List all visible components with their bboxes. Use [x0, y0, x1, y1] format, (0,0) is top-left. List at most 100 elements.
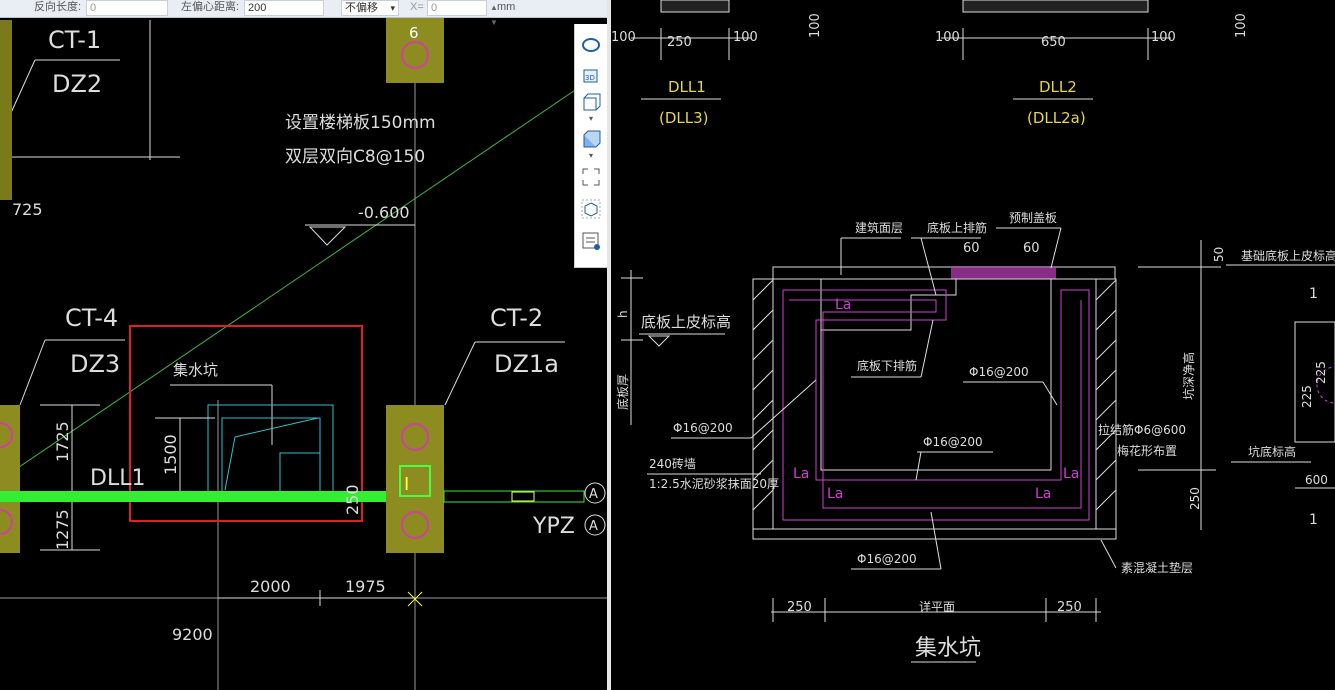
dll3-title: (DLL3) — [659, 109, 709, 127]
dim-600: 600 — [1305, 473, 1328, 487]
right-wall — [1095, 278, 1117, 530]
section-mark: 1 — [1309, 512, 1318, 528]
orbit-icon[interactable] — [580, 34, 602, 56]
dim-100: 100 — [808, 13, 823, 38]
plan-detail-label: 详平面 — [919, 599, 955, 614]
dim-1725: 1725 — [53, 421, 72, 462]
ct4-label: CT-4 — [65, 304, 118, 332]
tie-bar-label: 拉结筋Φ6@600 — [1098, 422, 1186, 437]
slab-top-elev-label: 底板上皮标高 — [641, 313, 731, 331]
cad-viewport-left[interactable]: CT-1 DZ2 6 设置楼梯板150mm 双层双向C8@150 725 -0.… — [0, 0, 607, 690]
note-line2: 双层双向C8@150 — [285, 147, 425, 167]
leader — [930, 511, 942, 570]
cube-shaded-icon[interactable] — [580, 128, 602, 150]
dim-100: 100 — [1234, 13, 1249, 38]
plum-layout-label: 梅花形布置 — [1117, 443, 1177, 458]
sump-pit — [279, 452, 321, 494]
axis-a2: A — [589, 519, 598, 534]
elevation-marker — [308, 226, 347, 246]
dim-100: 100 — [1151, 30, 1176, 45]
pit-bottom-elev-label: 坑底标高 — [1248, 444, 1296, 459]
left-wall — [752, 278, 774, 530]
axis-a1: A — [589, 487, 598, 502]
cad-viewport-right[interactable]: 100 250 100 100 100 650 100 100 DLL1 (DL… — [611, 0, 1335, 690]
phi16-label: Φ16@200 — [923, 435, 983, 449]
dz2-label: DZ2 — [52, 70, 102, 98]
dim-100: 100 — [935, 30, 960, 45]
finish-layer-label: 建筑面层 — [855, 220, 903, 235]
chevron-down-icon[interactable]: ▾ — [580, 113, 602, 123]
ypz-label: YPZ — [532, 514, 575, 539]
elevation-marker — [647, 335, 671, 347]
left-offset-input[interactable]: 200 — [244, 0, 324, 16]
elevation-text: -0.600 — [358, 203, 410, 222]
leader — [920, 319, 934, 378]
dz3-label: DZ3 — [70, 350, 120, 378]
ct2-label: CT-2 — [490, 304, 543, 332]
x-input[interactable]: 0 — [427, 0, 487, 16]
column — [0, 20, 12, 200]
brick-wall-label: 240砖墙 — [649, 456, 696, 471]
detail-drawing: 100 250 100 100 100 650 100 100 DLL1 (DL… — [611, 0, 1335, 663]
offset-mode-select[interactable]: 不偏移 ▾ — [341, 0, 399, 16]
la-label: La — [793, 466, 809, 482]
x-unit: mm — [497, 1, 516, 13]
beam-dll1 — [0, 491, 386, 502]
bottom-bar-label: 底板下排筋 — [857, 358, 917, 373]
reverse-length-label: 反向长度: — [34, 1, 82, 13]
concrete-cushion-label: 素混凝土垫层 — [1121, 560, 1193, 575]
svg-text:3D: 3D — [585, 74, 595, 82]
dim-250: 250 — [1057, 600, 1082, 615]
ct1-label: CT-1 — [48, 26, 101, 54]
dll1-label: DLL1 — [90, 466, 145, 491]
la-label: La — [1063, 466, 1079, 482]
dim-250: 250 — [667, 35, 692, 50]
top-slab — [772, 266, 1116, 280]
top-bar-label: 底板上排筋 — [927, 220, 987, 235]
precast-label: 预制盖板 — [1009, 211, 1057, 225]
dz1a-label: DZ1a — [494, 350, 559, 378]
dim-100: 100 — [733, 30, 758, 45]
cube-view-icon[interactable] — [580, 91, 602, 113]
phi16-label: Φ16@200 — [673, 421, 733, 435]
note-line1: 设置楼梯板150mm — [285, 113, 436, 133]
leader — [1050, 227, 1062, 269]
dim-100: 100 — [611, 30, 636, 45]
beam-outline — [443, 490, 585, 503]
section-mark: 1 — [1309, 286, 1318, 302]
mortar-label: 1:2.5水泥砂浆抹面20厚 — [649, 476, 779, 491]
leader — [9, 59, 36, 116]
view-toolbar: 3D ▾ ▾ — [574, 24, 607, 268]
phi16-label: Φ16@200 — [969, 365, 1029, 379]
input-toolbar: 反向长度: 0 左偏心距离: 200 不偏移 ▾ X= 0 ▲ ▼ mm — [0, 0, 607, 27]
view-3d-icon[interactable]: 3D — [580, 64, 602, 86]
dim-60: 60 — [963, 241, 980, 256]
dim-250: 250 — [787, 600, 812, 615]
h-label: h — [616, 310, 630, 318]
la-label: La — [827, 486, 843, 502]
fullscreen-icon[interactable] — [580, 166, 602, 188]
cube-target-icon[interactable] — [580, 198, 602, 220]
dim-725: 725 — [12, 200, 43, 219]
dim-2000: 2000 — [250, 577, 291, 596]
dim-50: 50 — [1212, 247, 1226, 262]
reverse-length-input[interactable]: 0 — [86, 0, 168, 16]
beam-section — [660, 0, 730, 13]
dll2a-title: (DLL2a) — [1027, 109, 1086, 127]
dll1-title: DLL1 — [668, 78, 706, 96]
property-list-icon[interactable] — [580, 230, 602, 252]
dim-250: 250 — [343, 484, 362, 515]
column — [386, 405, 444, 553]
dll2-title: DLL2 — [1039, 78, 1077, 96]
dim-1975: 1975 — [345, 577, 386, 596]
dim-9200: 9200 — [172, 625, 213, 644]
dim-250-v: 250 — [1188, 487, 1202, 510]
drawing-title: 集水坑 — [915, 636, 981, 661]
sump-label: 集水坑 — [173, 361, 218, 379]
leader — [19, 339, 46, 406]
dim-1500: 1500 — [161, 434, 180, 475]
left-offset-label: 左偏心距离: — [181, 1, 240, 13]
sump-slope — [224, 436, 236, 491]
chevron-down-icon[interactable]: ▾ — [580, 150, 602, 160]
la-label: La — [835, 297, 851, 313]
